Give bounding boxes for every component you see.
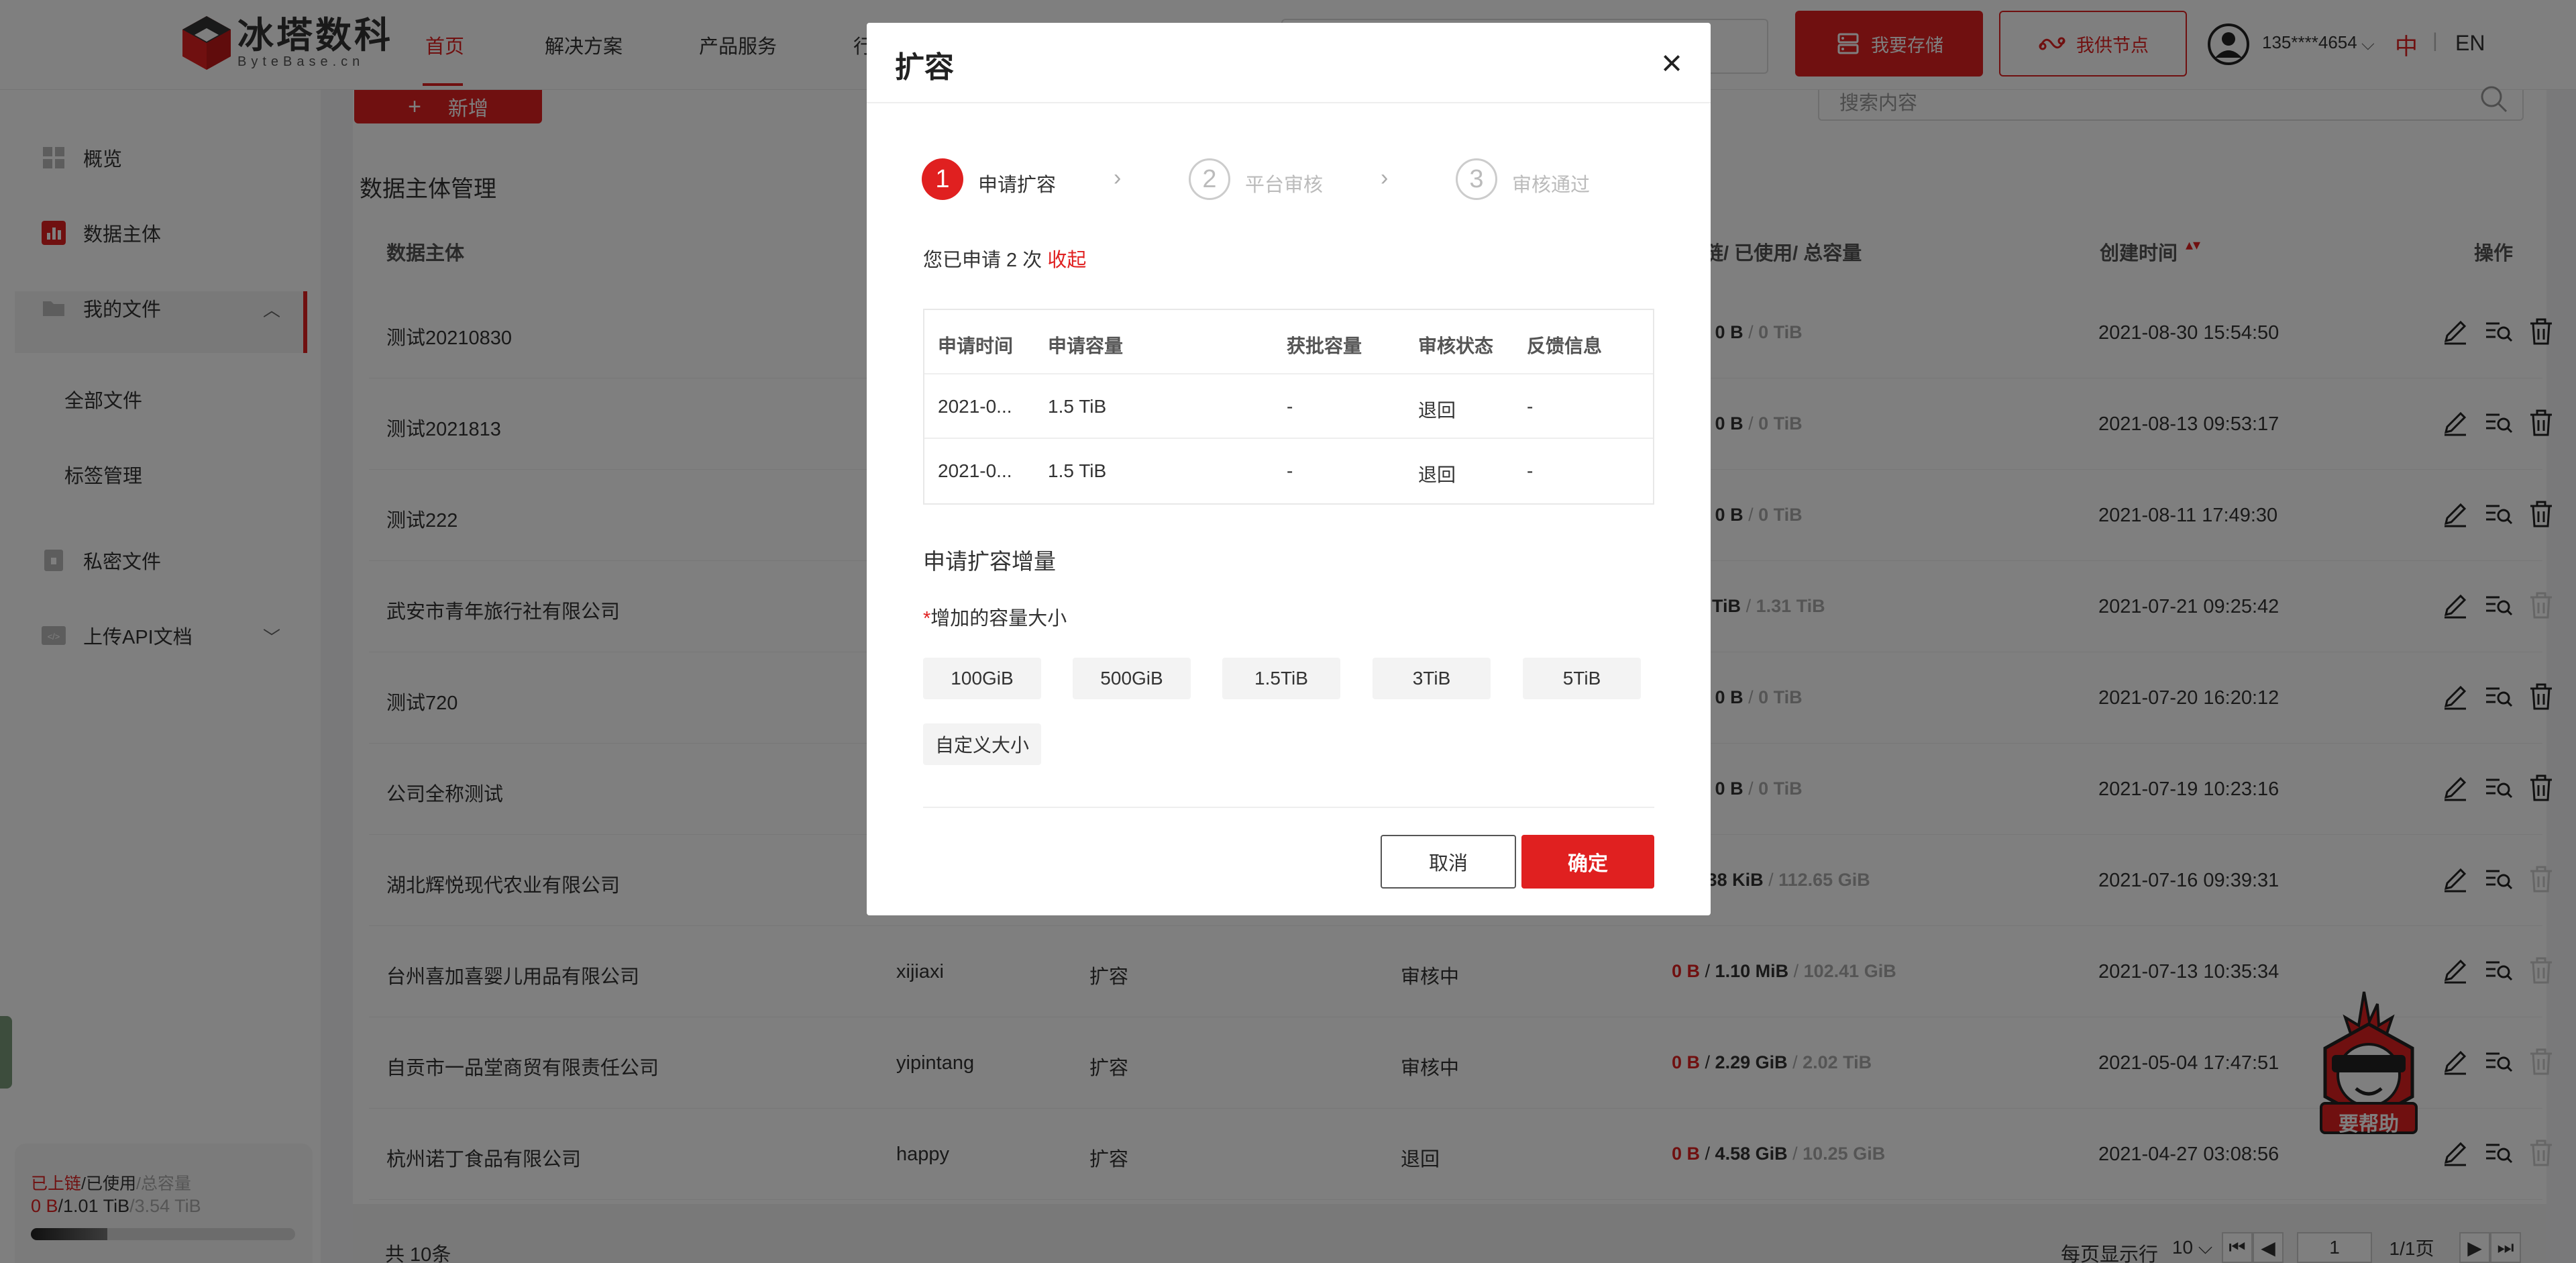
step-3-label: 审核通过	[1512, 174, 1591, 196]
required-mark: *	[923, 608, 931, 629]
confirm-button[interactable]: 确定	[1521, 835, 1654, 889]
cancel-button[interactable]: 取消	[1381, 835, 1516, 889]
step-1-label: 申请扩容	[978, 174, 1057, 196]
application-history-table: 申请时间 申请容量 获批容量 审核状态 反馈信息 2021-0... 1.5 T…	[923, 309, 1654, 505]
table-cell: 2021-0...	[938, 396, 1012, 417]
applied-text: 您已申请 2 次	[923, 250, 1042, 271]
table-cell: -	[1287, 460, 1293, 481]
modal-footer-divider	[923, 807, 1654, 808]
option-5tib[interactable]: 5TiB	[1523, 658, 1641, 699]
table-cell: 退回	[1418, 464, 1456, 485]
table-cell: 1.5 TiB	[1048, 396, 1107, 417]
table-cell: 2021-0...	[938, 460, 1012, 481]
option-100gib[interactable]: 100GiB	[923, 658, 1041, 699]
table-header-row: 申请时间 申请容量 获批容量 审核状态 反馈信息	[924, 310, 1653, 374]
modal-divider	[867, 102, 1711, 103]
table-cell: -	[1287, 396, 1293, 417]
application-count: 您已申请 2 次 收起	[923, 244, 1086, 272]
table-cell: -	[1527, 460, 1534, 481]
option-custom-size[interactable]: 自定义大小	[923, 723, 1041, 765]
expand-capacity-modal: 扩容 × 1 申请扩容 › 2 平台审核 › 3 审核通过 您已申请 2 次 收…	[867, 23, 1711, 915]
table-cell: 1.5 TiB	[1048, 460, 1107, 481]
table-row: 2021-0... 1.5 TiB - 退回 -	[924, 439, 1653, 503]
table-row: 2021-0... 1.5 TiB - 退回 -	[924, 374, 1653, 439]
modal-title: 扩容	[895, 51, 954, 84]
chevron-right-icon: ›	[1381, 165, 1389, 191]
option-3tib[interactable]: 3TiB	[1373, 658, 1491, 699]
table-header-cell: 申请容量	[1048, 336, 1124, 356]
chevron-right-icon: ›	[1114, 165, 1122, 191]
collapse-link[interactable]: 收起	[1047, 250, 1086, 271]
close-icon[interactable]: ×	[1653, 44, 1690, 82]
table-header-cell: 反馈信息	[1527, 336, 1603, 356]
table-cell: 退回	[1418, 400, 1456, 421]
option-1-5tib[interactable]: 1.5TiB	[1222, 658, 1340, 699]
step-1-circle: 1	[922, 158, 963, 200]
step-2-label: 平台审核	[1245, 174, 1324, 196]
step-3-circle: 3	[1456, 158, 1497, 200]
table-header-cell: 获批容量	[1287, 336, 1362, 356]
capacity-label-text: 增加的容量大小	[930, 608, 1067, 629]
step-2-circle: 2	[1189, 158, 1230, 200]
table-header-cell: 申请时间	[938, 336, 1014, 356]
section-title: 申请扩容增量	[923, 549, 1056, 574]
option-500gib[interactable]: 500GiB	[1073, 658, 1191, 699]
table-cell: -	[1527, 396, 1534, 417]
table-header-cell: 审核状态	[1418, 336, 1494, 356]
capacity-field-label: *增加的容量大小	[923, 603, 1067, 631]
